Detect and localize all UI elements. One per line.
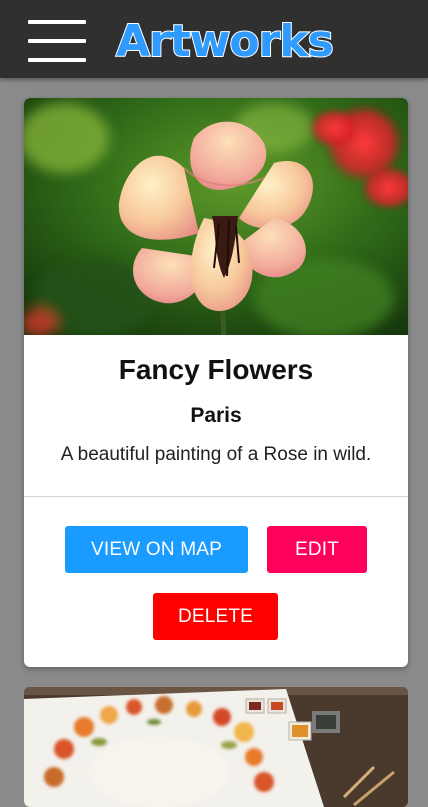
artwork-card: [24, 687, 408, 807]
artwork-location: Paris: [190, 404, 242, 427]
artwork-image: [24, 98, 408, 335]
artwork-title: Fancy Flowers: [118, 354, 314, 385]
menu-line: [28, 39, 86, 43]
artwork-card: Fancy Flowers Paris A beautiful painting…: [24, 98, 408, 667]
delete-button[interactable]: DELETE: [153, 593, 278, 640]
menu-line: [28, 58, 86, 62]
card-divider: [24, 496, 408, 497]
app-header: Artworks: [0, 0, 428, 78]
menu-line: [28, 20, 86, 24]
edit-button[interactable]: EDIT: [267, 526, 367, 573]
artwork-image: [24, 687, 408, 807]
hamburger-menu-icon[interactable]: [28, 20, 86, 64]
app-title: Artworks: [115, 15, 335, 68]
artwork-description: A beautiful painting of a Rose in wild.: [60, 444, 372, 465]
view-on-map-button[interactable]: VIEW ON MAP: [65, 526, 248, 573]
